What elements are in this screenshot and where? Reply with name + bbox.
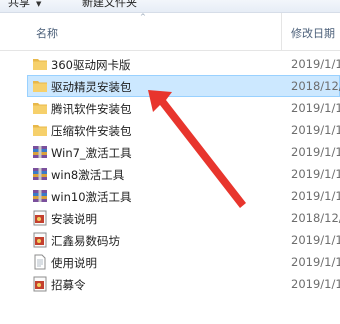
picture-icon	[32, 210, 48, 226]
picture-icon	[32, 232, 48, 248]
file-modified-date: 2018/12/	[291, 211, 340, 225]
file-name[interactable]: win8激活工具	[51, 167, 124, 183]
picture-icon	[32, 276, 48, 292]
new-folder-button[interactable]: 新建文件夹	[82, 0, 137, 11]
share-button[interactable]: 共享	[8, 0, 30, 11]
folder-icon	[32, 78, 48, 94]
column-header-modified[interactable]: 修改日期	[291, 25, 335, 41]
file-modified-date: 2019/1/1	[291, 189, 340, 203]
file-row[interactable]: win10激活工具 2019/1/1	[0, 185, 340, 207]
text-file-icon	[32, 254, 48, 270]
file-name[interactable]: 驱动精灵安装包	[51, 79, 132, 95]
file-modified-date: 2019/1/1	[291, 167, 340, 181]
file-row[interactable]: 使用说明 2019/1/1	[0, 251, 340, 273]
file-name[interactable]: 汇鑫易数码坊	[51, 233, 120, 249]
file-row[interactable]: Win7_激活工具 2019/1/1	[0, 141, 340, 163]
file-name[interactable]: win10激活工具	[51, 189, 132, 205]
file-name[interactable]: 压缩软件安装包	[51, 123, 132, 139]
file-modified-date: 2019/1/1	[291, 145, 340, 159]
column-header-name[interactable]: 名称	[36, 25, 58, 41]
file-modified-date: 2019/1/1	[291, 277, 340, 291]
file-row[interactable]: 汇鑫易数码坊 2019/1/1	[0, 229, 340, 251]
file-name[interactable]: Win7_激活工具	[51, 145, 132, 161]
file-name[interactable]: 安装说明	[51, 211, 97, 227]
column-header: ^ 名称 修改日期	[0, 13, 340, 51]
file-name[interactable]: 360驱动网卡版	[51, 57, 130, 73]
folder-icon	[32, 56, 48, 72]
file-name[interactable]: 腾讯软件安装包	[51, 101, 132, 117]
file-row[interactable]: 腾讯软件安装包 2019/1/1	[0, 97, 340, 119]
column-divider[interactable]	[281, 13, 282, 50]
file-name[interactable]: 招募令	[51, 277, 86, 293]
file-modified-date: 2019/1/1	[291, 123, 340, 137]
archive-icon	[32, 166, 48, 182]
file-row[interactable]: 压缩软件安装包 2019/1/1	[0, 119, 340, 141]
sort-caret-icon: ^	[140, 13, 146, 21]
file-modified-date: 2019/1/1	[291, 101, 340, 115]
file-modified-date: 2019/1/1	[291, 233, 340, 247]
archive-icon	[32, 188, 48, 204]
file-row[interactable]: 安装说明 2018/12/	[0, 207, 340, 229]
file-modified-date: 2019/1/1	[291, 57, 340, 71]
command-bar: 共享 ▼ 新建文件夹	[0, 0, 340, 13]
file-row[interactable]: win8激活工具 2019/1/1	[0, 163, 340, 185]
folder-icon	[32, 122, 48, 138]
folder-icon	[32, 100, 48, 116]
file-name[interactable]: 使用说明	[51, 255, 97, 271]
file-row[interactable]: 招募令 2019/1/1	[0, 273, 340, 295]
file-row[interactable]: 360驱动网卡版 2019/1/1	[0, 53, 340, 75]
file-modified-date: 2018/12/	[291, 79, 340, 93]
archive-icon	[32, 144, 48, 160]
file-modified-date: 2019/1/1	[291, 255, 340, 269]
chevron-down-icon[interactable]: ▼	[36, 0, 41, 8]
file-row[interactable]: 驱动精灵安装包 2018/12/	[0, 75, 340, 97]
